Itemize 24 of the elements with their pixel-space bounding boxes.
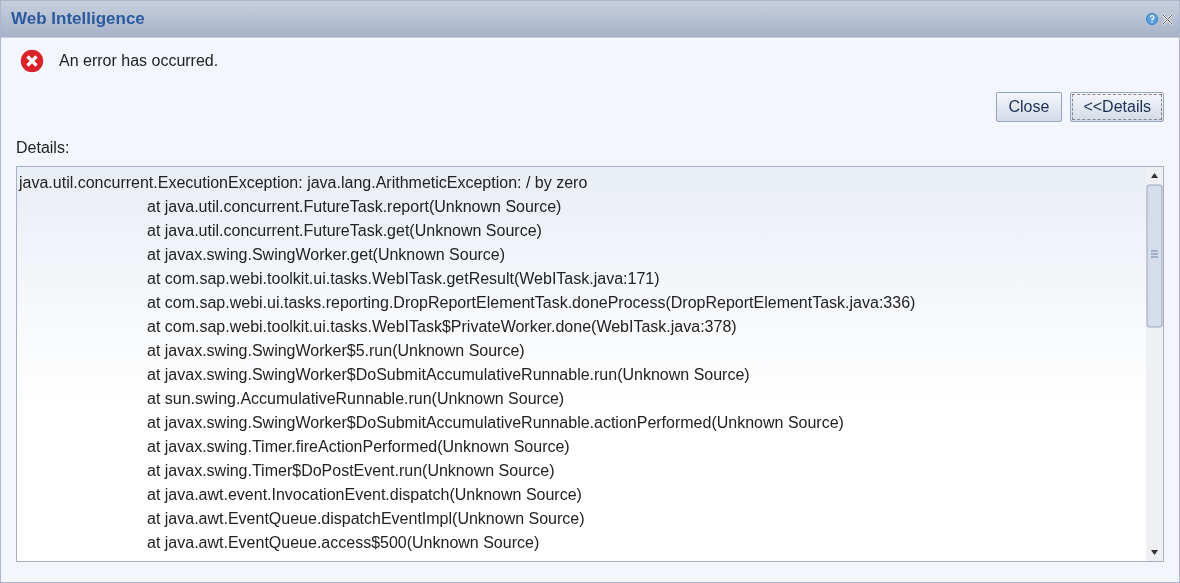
stack-frame-line: at java.awt.EventQueue.access$500(Unknown Source) xyxy=(147,533,540,553)
stack-frame-line: at sun.swing.AccumulativeRunnable.run(Unknown Source) xyxy=(147,389,565,409)
stack-frame-line: at com.sap.webi.toolkit.ui.tasks.WebITask$PrivateWorker.done(WebITask.java:378) xyxy=(147,317,737,337)
close-icon[interactable] xyxy=(1162,13,1173,25)
stack-frame-line: at javax.swing.SwingWorker$5.run(Unknown Source) xyxy=(147,341,525,361)
stack-frame-line: at com.sap.webi.toolkit.ui.tasks.WebITask.getResult(WebITask.java:171) xyxy=(147,269,660,289)
details-toggle-button[interactable]: <<Details xyxy=(1070,92,1164,122)
details-label: Details: xyxy=(15,138,71,158)
stack-frame-line: at javax.swing.SwingWorker$DoSubmitAccumulativeRunnable.run(Unknown Source) xyxy=(147,365,750,385)
stack-frame-line: at javax.swing.Timer$DoPostEvent.run(Unknown Source) xyxy=(147,461,555,481)
error-message: An error has occurred. xyxy=(59,51,219,71)
stack-frame-line: at javax.swing.SwingWorker.get(Unknown Source) xyxy=(147,245,506,265)
close-button[interactable]: Close xyxy=(995,92,1063,122)
stack-frame-line: at java.awt.event.InvocationEvent.dispatch(Unknown Source) xyxy=(147,485,582,505)
window-title: Web Intelligence xyxy=(11,8,145,31)
exception-line: java.util.concurrent.ExecutionException: java.lang.ArithmeticException: / by zero xyxy=(19,173,588,193)
stack-frame-line: at com.sap.webi.ui.tasks.reporting.DropReportElementTask.doneProcess(DropReportElementTask.java:336) xyxy=(147,293,916,313)
stack-frame-line: at java.awt.EventQueue.dispatchEventImpl(Unknown Source) xyxy=(147,509,585,529)
stack-frame-line: at java.util.concurrent.FutureTask.report(Unknown Source) xyxy=(147,197,562,217)
error-icon xyxy=(19,48,45,74)
stack-frame-line: at javax.swing.SwingWorker$DoSubmitAccumulativeRunnable.actionPerformed(Unknown Source) xyxy=(147,413,844,433)
stack-frame-line: at java.util.concurrent.FutureTask.get(Unknown Source) xyxy=(147,221,542,241)
help-icon[interactable] xyxy=(1146,13,1158,25)
stack-frame-line: at javax.swing.Timer.fireActionPerformed(Unknown Source) xyxy=(147,437,570,457)
